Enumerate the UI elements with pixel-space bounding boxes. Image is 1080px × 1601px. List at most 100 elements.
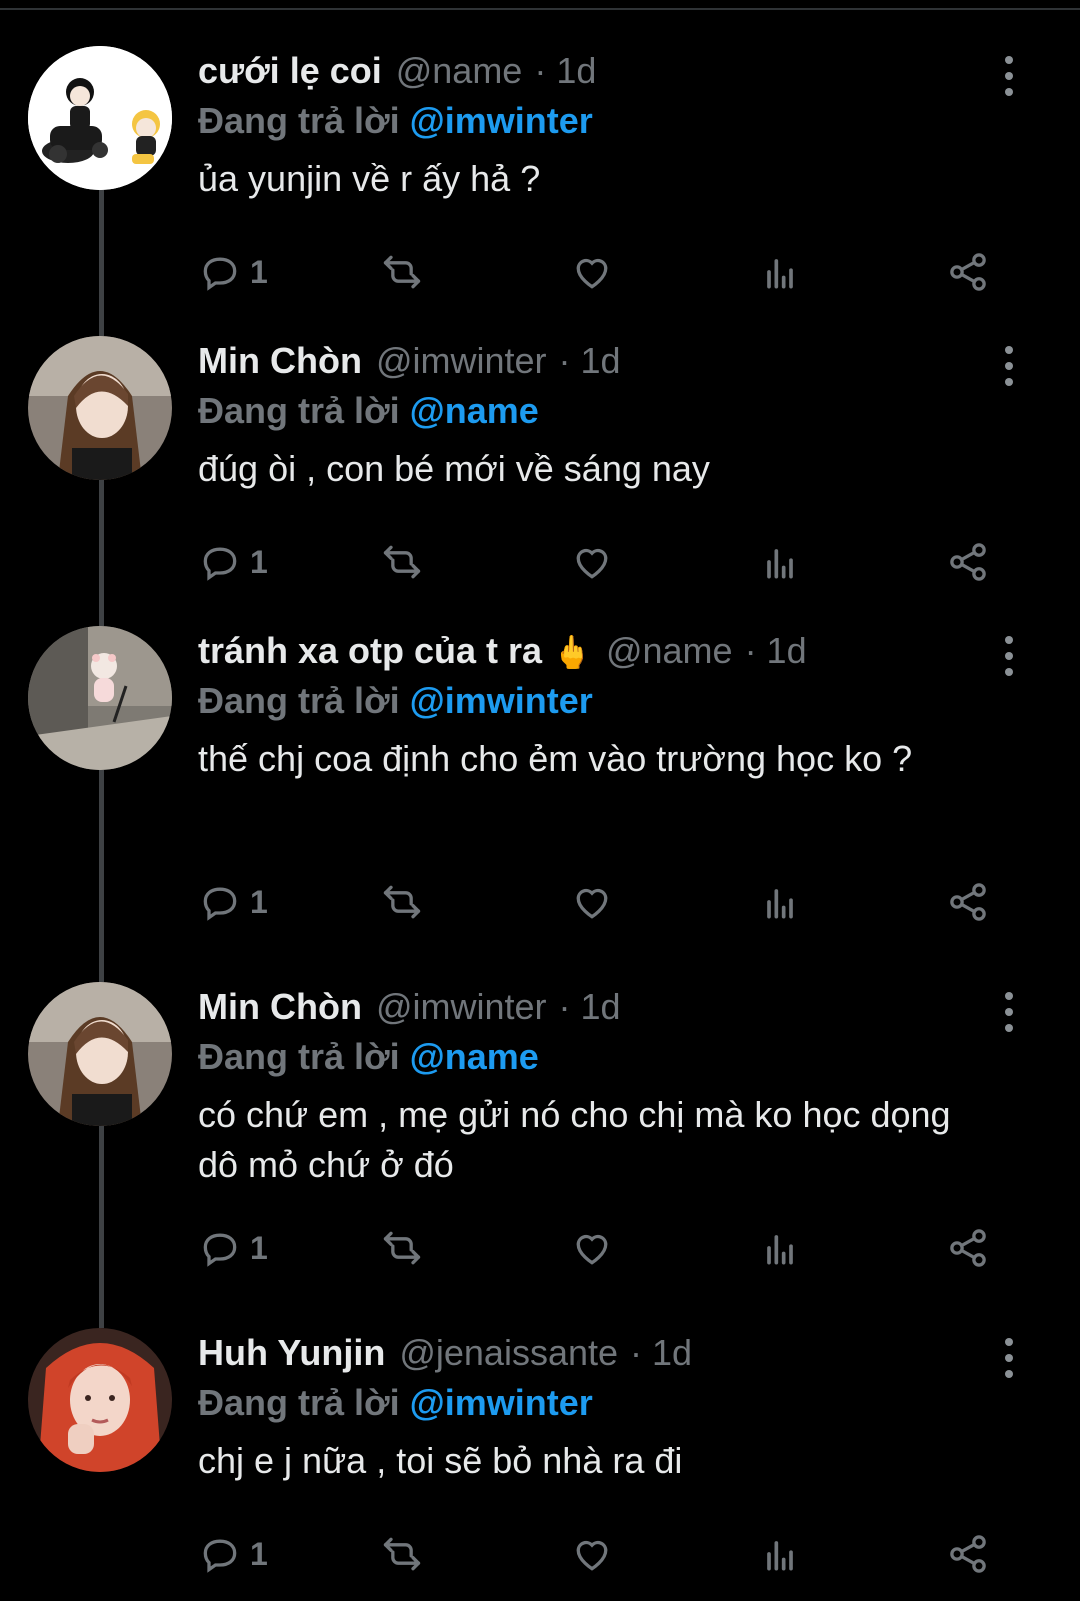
thread-line (99, 190, 104, 336)
tweet-text: ủa yunjin về r ấy hả ? (198, 158, 541, 199)
tweet-header: Huh Yunjin @jenaissante · 1d (198, 1328, 1000, 1378)
views-button[interactable] (758, 1222, 802, 1274)
retweet-button[interactable] (380, 1528, 424, 1580)
timestamp[interactable]: · 1d (559, 986, 621, 1027)
share-button[interactable] (946, 1222, 990, 1274)
heart-icon (576, 548, 608, 579)
avatar[interactable] (28, 626, 172, 770)
handle[interactable]: @name (396, 50, 523, 91)
timestamp[interactable]: · 1d (745, 630, 807, 671)
like-button[interactable] (570, 876, 614, 928)
timestamp[interactable]: · 1d (559, 340, 621, 381)
display-name[interactable]: cưới lẹ coi (198, 50, 382, 91)
share-button[interactable] (946, 1528, 990, 1580)
views-button[interactable] (758, 1528, 802, 1580)
reply-button[interactable]: 1 (198, 1528, 268, 1580)
display-name[interactable]: Min Chòn (198, 986, 362, 1027)
replying-to-label: Đang trả lời (198, 1036, 400, 1077)
tweet-header: tránh xa otp của t ra 🖕 @name · 1d (198, 626, 1000, 676)
mention-link[interactable]: @imwinter (410, 100, 593, 141)
like-button[interactable] (570, 246, 614, 298)
tweet-text: có chứ em , mẹ gửi nó cho chị mà ko học … (198, 1094, 951, 1185)
avatar-image (28, 336, 172, 480)
mention-link[interactable]: @name (410, 390, 539, 431)
views-button[interactable] (758, 876, 802, 928)
handle[interactable]: @jenaissante (399, 1332, 618, 1373)
timestamp[interactable]: · 1d (534, 50, 596, 91)
replying-to: Đang trả lời @name (198, 1032, 1000, 1082)
reply-icon (203, 547, 237, 581)
top-divider (0, 8, 1080, 10)
thread-line (99, 770, 104, 982)
replying-to-label: Đang trả lời (198, 100, 400, 141)
more-icon[interactable] (1004, 56, 1014, 96)
tweet-text: đúg òi , con bé mới về sáng nay (198, 448, 710, 489)
more-icon[interactable] (1004, 1338, 1014, 1378)
handle[interactable]: @name (606, 630, 733, 671)
replying-to-label: Đang trả lời (198, 390, 400, 431)
avatar[interactable] (28, 1328, 172, 1472)
handle[interactable]: @imwinter (376, 340, 547, 381)
reply-count: 1 (250, 253, 268, 290)
share-icon (950, 1229, 986, 1267)
share-button[interactable] (946, 876, 990, 928)
reply-icon (203, 257, 237, 291)
mention-link[interactable]: @imwinter (410, 1382, 593, 1423)
retweet-button[interactable] (380, 246, 424, 298)
avatar[interactable] (28, 336, 172, 480)
views-icon (767, 1541, 793, 1571)
reply-button[interactable]: 1 (198, 536, 268, 588)
views-icon (767, 549, 793, 579)
retweet-button[interactable] (380, 536, 424, 588)
reply-count: 1 (250, 883, 268, 920)
handle[interactable]: @imwinter (376, 986, 547, 1027)
replying-to: Đang trả lời @imwinter (198, 96, 1000, 146)
retweet-icon (383, 1231, 421, 1265)
retweet-button[interactable] (380, 1222, 424, 1274)
tweet-header: Min Chòn @imwinter · 1d (198, 982, 1000, 1032)
display-name[interactable]: Min Chòn (198, 340, 362, 381)
like-button[interactable] (570, 1528, 614, 1580)
avatar[interactable] (28, 46, 172, 190)
replying-to-label: Đang trả lời (198, 1382, 400, 1423)
reply-count: 1 (250, 1535, 268, 1572)
mention-link[interactable]: @name (410, 1036, 539, 1077)
tweet-header: Min Chòn @imwinter · 1d (198, 336, 1000, 386)
reply-count: 1 (250, 543, 268, 580)
views-button[interactable] (758, 246, 802, 298)
retweet-icon (383, 885, 421, 919)
reply-button[interactable]: 1 (198, 246, 268, 298)
action-bar: 1 (198, 876, 1000, 928)
share-icon (950, 1535, 986, 1573)
retweet-button[interactable] (380, 876, 424, 928)
timestamp[interactable]: · 1d (630, 1332, 692, 1373)
share-icon (950, 883, 986, 921)
tweet-text: chj e j nữa , toi sẽ bỏ nhà ra đi (198, 1440, 683, 1481)
share-icon (950, 543, 986, 581)
avatar-image (28, 46, 172, 190)
reply-button[interactable]: 1 (198, 1222, 268, 1274)
heart-icon (576, 258, 608, 289)
thread-line (99, 1126, 104, 1328)
display-name[interactable]: tránh xa otp của t ra (198, 630, 542, 671)
reply-count: 1 (250, 1229, 268, 1266)
reply-icon (203, 887, 237, 921)
share-button[interactable] (946, 246, 990, 298)
avatar-image (28, 982, 172, 1126)
replying-to: Đang trả lời @name (198, 386, 1000, 436)
action-bar: 1 (198, 246, 1000, 298)
like-button[interactable] (570, 1222, 614, 1274)
reply-button[interactable]: 1 (198, 876, 268, 928)
tweet-text: thế chj coa định cho ẻm vào trường học k… (198, 738, 913, 779)
avatar-image (28, 1328, 172, 1472)
mention-link[interactable]: @imwinter (410, 680, 593, 721)
share-button[interactable] (946, 536, 990, 588)
more-icon[interactable] (1004, 636, 1014, 676)
more-icon[interactable] (1004, 346, 1014, 386)
share-icon (950, 253, 986, 291)
like-button[interactable] (570, 536, 614, 588)
more-icon[interactable] (1004, 992, 1014, 1032)
views-button[interactable] (758, 536, 802, 588)
display-name[interactable]: Huh Yunjin (198, 1332, 385, 1373)
avatar[interactable] (28, 982, 172, 1126)
